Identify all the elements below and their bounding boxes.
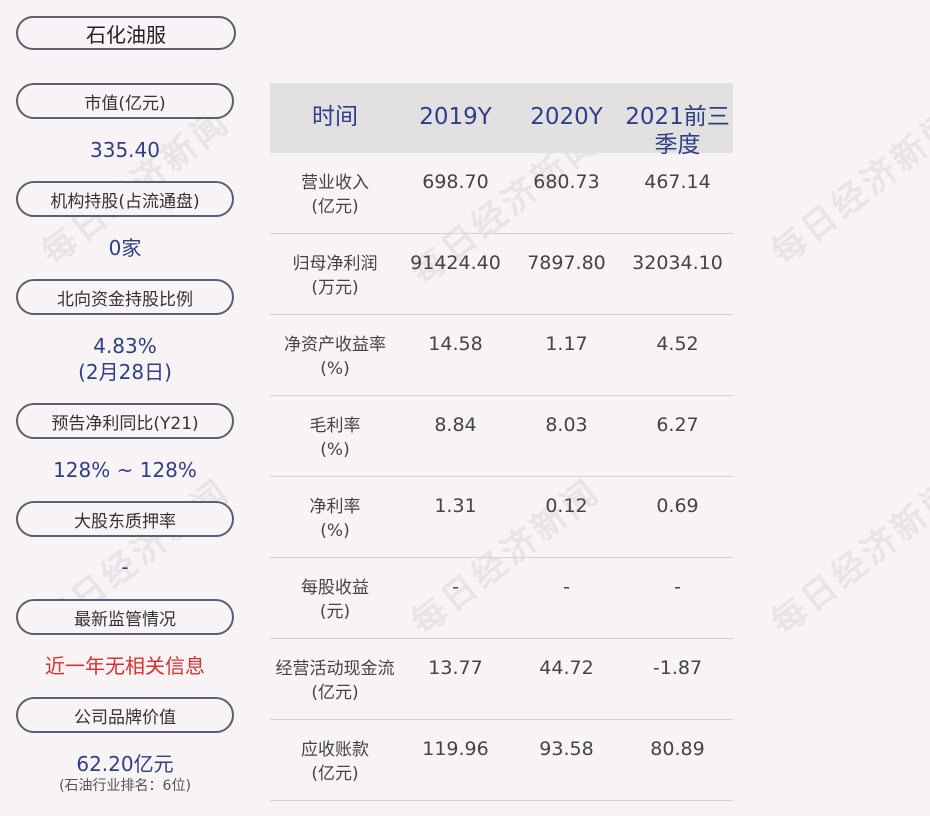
metric-value-market-cap: 335.40 bbox=[90, 138, 160, 162]
metric-label-profit-forecast: 预告净利同比(Y21) bbox=[16, 403, 234, 439]
metric-value-northbound-date: (2月28日) bbox=[78, 360, 172, 384]
cell-value: 0.12 bbox=[545, 495, 588, 517]
table-row: 营业收入 (亿元) 698.70 680.73 467.14 bbox=[270, 153, 733, 234]
cell-value: 44.72 bbox=[539, 657, 594, 679]
row-label: 净利率 (%) bbox=[309, 497, 361, 541]
cell-value: 1.17 bbox=[545, 333, 588, 355]
table-row: 每股收益 (元) - - - bbox=[270, 558, 733, 639]
metric-label-northbound-ratio: 北向资金持股比例 bbox=[16, 279, 234, 315]
cell-value: 1.31 bbox=[434, 495, 477, 517]
cell-value: -1.87 bbox=[652, 657, 703, 679]
metric-value-northbound-ratio: 4.83% bbox=[93, 334, 157, 358]
cell-value: 6.27 bbox=[656, 414, 699, 436]
cell-value: 91424.40 bbox=[410, 252, 501, 274]
row-label: 净资产收益率 (%) bbox=[284, 335, 386, 379]
cell-value: 8.03 bbox=[545, 414, 588, 436]
row-label: 每股收益 (元) bbox=[301, 578, 369, 622]
watermark: 每日经济新闻 bbox=[764, 101, 930, 274]
metric-value-profit-forecast: 128% ~ 128% bbox=[53, 458, 197, 482]
cell-value: 467.14 bbox=[644, 171, 711, 193]
row-label: 归母净利润 (万元) bbox=[292, 254, 378, 298]
metric-label-regulation: 最新监管情况 bbox=[16, 599, 234, 635]
row-label: 经营活动现金流 (亿元) bbox=[275, 659, 395, 703]
cell-value: 0.69 bbox=[656, 495, 699, 517]
cell-value: - bbox=[563, 576, 570, 598]
header-2021: 2021前三季度 bbox=[625, 104, 730, 158]
financial-table: 时间 2019Y 2020Y 2021前三季度 营业收入 (亿元) 698.70 … bbox=[270, 83, 733, 801]
metric-label-institution-holding: 机构持股(占流通盘) bbox=[16, 181, 234, 217]
cell-value: 13.77 bbox=[428, 657, 483, 679]
cell-value: 7897.80 bbox=[527, 252, 606, 274]
table-header: 时间 2019Y 2020Y 2021前三季度 bbox=[270, 83, 733, 158]
cell-value: 119.96 bbox=[422, 738, 489, 760]
metric-sub-brand-rank: (石油行业排名：6位) bbox=[59, 778, 191, 794]
cell-value: 14.58 bbox=[428, 333, 483, 355]
company-name: 石化油服 bbox=[16, 16, 236, 50]
watermark: 每日经济新闻 bbox=[764, 471, 930, 644]
cell-value: - bbox=[452, 576, 459, 598]
metric-value-pledge-ratio: - bbox=[121, 555, 129, 579]
table-row: 归母净利润 (万元) 91424.40 7897.80 32034.10 bbox=[270, 234, 733, 315]
metric-label-brand-value: 公司品牌价值 bbox=[16, 697, 234, 733]
cell-value: 32034.10 bbox=[632, 252, 723, 274]
header-time: 时间 bbox=[312, 104, 358, 130]
cell-value: - bbox=[674, 576, 681, 598]
table-row: 毛利率 (%) 8.84 8.03 6.27 bbox=[270, 396, 733, 477]
cell-value: 80.89 bbox=[650, 738, 705, 760]
table-row: 净资产收益率 (%) 14.58 1.17 4.52 bbox=[270, 315, 733, 396]
cell-value: 8.84 bbox=[434, 414, 477, 436]
cell-value: 4.52 bbox=[656, 333, 699, 355]
metric-label-pledge-ratio: 大股东质押率 bbox=[16, 501, 234, 537]
cell-value: 698.70 bbox=[422, 171, 489, 193]
header-2020: 2020Y bbox=[530, 104, 603, 130]
metric-value-regulation: 近一年无相关信息 bbox=[45, 654, 205, 678]
row-label: 应收账款 (亿元) bbox=[301, 740, 369, 784]
metric-value-institution-holding: 0家 bbox=[108, 236, 142, 260]
row-label: 毛利率 (%) bbox=[309, 416, 361, 460]
table-row: 净利率 (%) 1.31 0.12 0.69 bbox=[270, 477, 733, 558]
cell-value: 680.73 bbox=[533, 171, 600, 193]
header-2019: 2019Y bbox=[419, 104, 492, 130]
cell-value: 93.58 bbox=[539, 738, 594, 760]
row-label: 营业收入 (亿元) bbox=[301, 173, 369, 217]
metric-label-market-cap: 市值(亿元) bbox=[16, 83, 234, 119]
table-row: 应收账款 (亿元) 119.96 93.58 80.89 bbox=[270, 720, 733, 801]
metric-value-brand-value: 62.20亿元 bbox=[76, 752, 174, 776]
table-row: 经营活动现金流 (亿元) 13.77 44.72 -1.87 bbox=[270, 639, 733, 720]
